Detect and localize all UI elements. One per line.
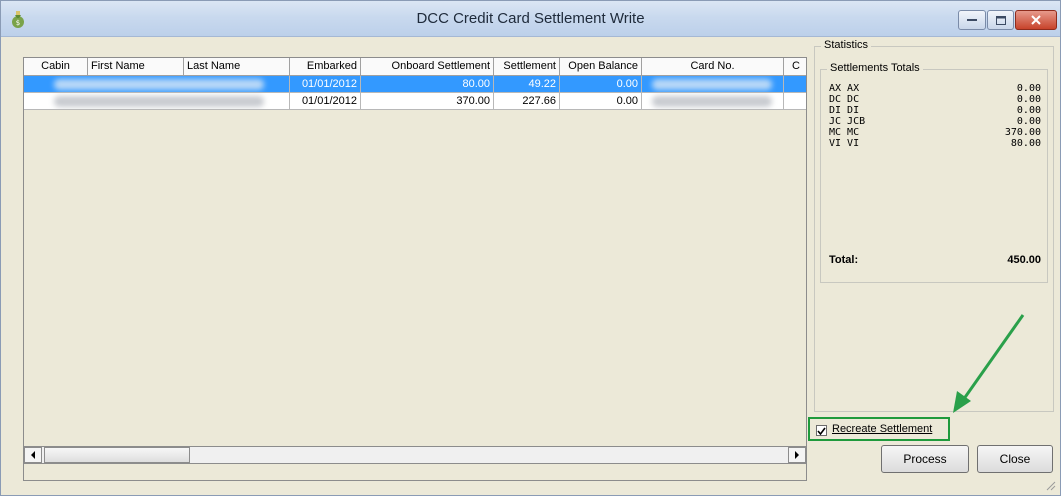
checkmark-icon [817,427,826,436]
annotation-arrow-icon [953,314,1025,413]
close-window-button[interactable] [1015,10,1057,30]
resize-grip-icon[interactable] [1044,479,1056,491]
minimize-button[interactable] [958,10,986,30]
stat-label: DI DI [829,105,860,116]
onboard-settlement-cell: 370.00 [361,93,494,110]
scroll-right-button[interactable] [788,447,806,463]
settlement-grid[interactable]: Cabin First Name Last Name Embarked Onbo… [23,57,807,481]
c-cell [784,93,806,110]
column-header-last-name[interactable]: Last Name [184,58,290,76]
embarked-cell: 01/01/2012 [290,76,361,93]
column-header-onboard-settlement[interactable]: Onboard Settlement [361,58,494,76]
column-header-card-no[interactable]: Card No. [642,58,784,76]
stat-label: DC DC [829,94,860,105]
settlement-cell: 227.66 [494,93,560,110]
open-balance-cell: 0.00 [560,93,642,110]
client-area: Cabin First Name Last Name Embarked Onbo… [1,37,1060,495]
redacted-name-blur [54,79,264,90]
window-title: DCC Credit Card Settlement Write [416,10,645,27]
redacted-name-blur [54,96,264,107]
stat-value: 0.00 [1016,83,1041,94]
stat-row-ax: AX AX 0.00 [821,83,1047,94]
horizontal-scrollbar[interactable] [23,446,807,464]
redacted-card-blur [652,96,772,107]
table-row[interactable]: 01/01/2012 370.00 227.66 0.00 [24,93,806,110]
column-header-cabin[interactable]: Cabin [24,58,88,76]
embarked-cell: 01/01/2012 [290,93,361,110]
stat-row-jc: JC JCB 0.00 [821,116,1047,127]
settlements-totals-label: Settlements Totals [827,62,923,74]
arrow-left-icon [31,451,35,459]
onboard-settlement-cell: 80.00 [361,76,494,93]
stat-row-di: DI DI 0.00 [821,105,1047,116]
process-button[interactable]: Process [881,445,969,473]
maximize-button[interactable] [987,10,1014,30]
grid-header: Cabin First Name Last Name Embarked Onbo… [24,58,806,76]
column-header-settlement[interactable]: Settlement [494,58,560,76]
column-header-embarked[interactable]: Embarked [290,58,361,76]
settlement-cell: 49.22 [494,76,560,93]
close-button[interactable]: Close [977,445,1053,473]
stat-value: 80.00 [1010,138,1041,149]
title-bar[interactable]: $ DCC Credit Card Settlement Write [1,1,1060,37]
minimize-icon [967,19,977,21]
stat-row-dc: DC DC 0.00 [821,94,1047,105]
card-no-cell [642,93,784,110]
redacted-card-blur [652,79,772,90]
statistics-label: Statistics [821,39,872,51]
table-row[interactable]: 01/01/2012 80.00 49.22 0.00 [24,76,806,93]
scroll-thumb[interactable] [44,447,190,463]
stat-label: AX AX [829,83,860,94]
settlement-window: $ DCC Credit Card Settlement Write Cabin… [0,0,1061,496]
recreate-settlement-checkbox[interactable] [816,425,827,436]
stat-label: MC MC [829,127,860,138]
stat-value: 370.00 [1004,127,1041,138]
column-header-first-name[interactable]: First Name [88,58,184,76]
c-cell [784,76,806,93]
card-no-cell [642,76,784,93]
stat-value: 0.00 [1016,105,1041,116]
scroll-left-button[interactable] [24,447,42,463]
stat-label: VI VI [829,138,860,149]
close-icon [1031,15,1041,25]
settlements-totals-group: Settlements Totals AX AX 0.00 DC DC 0.00… [820,62,1048,283]
column-header-c[interactable]: C [784,58,806,76]
arrow-right-icon [795,451,799,459]
stat-row-vi: VI VI 80.00 [821,138,1047,149]
recreate-settlement-label[interactable]: Recreate Settlement [832,423,932,435]
maximize-icon [995,15,1006,25]
total-label: Total: [829,254,859,266]
stat-value: 0.00 [1016,94,1041,105]
guest-name-cell [24,93,290,110]
guest-name-cell [24,76,290,93]
stat-label: JC JCB [829,116,866,127]
total-value: 450.00 [1007,254,1041,266]
column-header-open-balance[interactable]: Open Balance [560,58,642,76]
stat-value: 0.00 [1016,116,1041,127]
stat-row-mc: MC MC 370.00 [821,127,1047,138]
open-balance-cell: 0.00 [560,76,642,93]
recreate-settlement-highlight: Recreate Settlement [808,417,950,441]
